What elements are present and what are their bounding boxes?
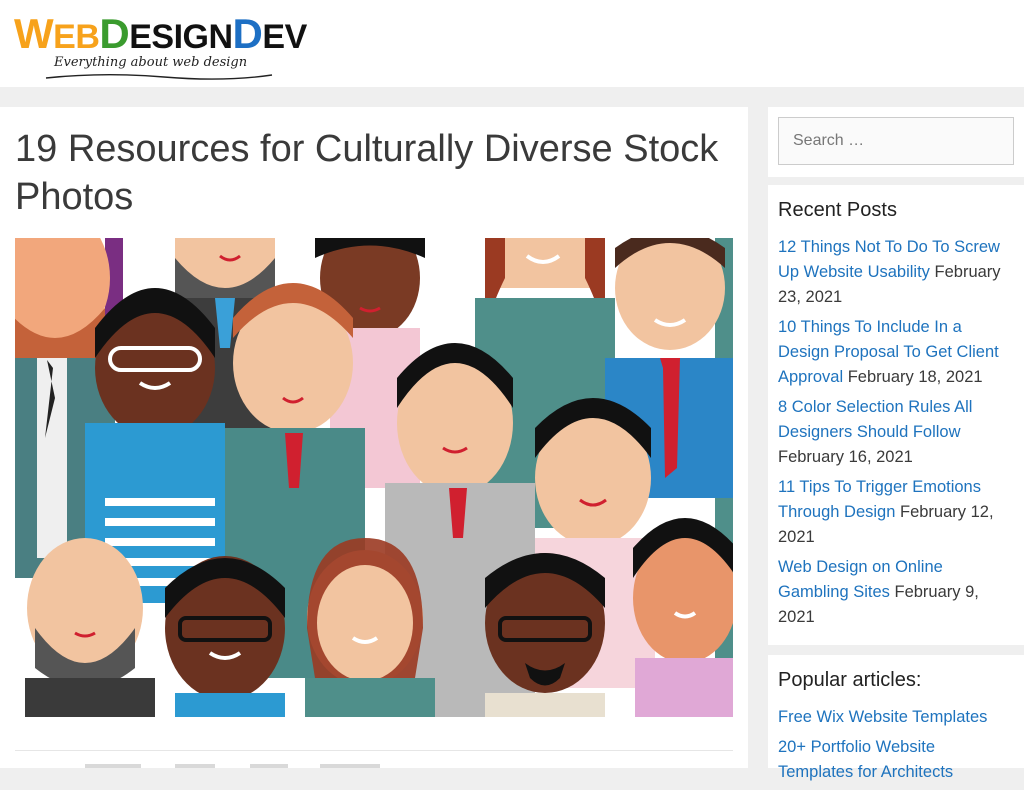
popular-articles-title: Popular articles: [778, 669, 922, 691]
logo-letter-group: ESIGN [129, 18, 233, 56]
share-button-4[interactable] [320, 764, 380, 768]
recent-post-item: 11 Tips To Trigger Emotions Through Desi… [778, 475, 1014, 550]
logo-letter-group: D [232, 10, 263, 57]
logo-wordmark: WEBDESIGNDEV [14, 10, 307, 57]
search-widget [768, 107, 1024, 177]
logo-letter-group: EB [53, 18, 100, 56]
logo-letter-group: EV [262, 18, 307, 56]
article-divider [15, 750, 733, 751]
recent-posts-list: 12 Things Not To Do To Screw Up Website … [778, 235, 1014, 635]
share-button-3[interactable] [250, 764, 288, 768]
recent-posts-widget: Recent Posts 12 Things Not To Do To Scre… [768, 185, 1024, 645]
popular-article-item: Free Wix Website Templates [778, 705, 1014, 730]
share-button-2[interactable] [175, 764, 215, 768]
recent-post-link[interactable]: 8 Color Selection Rules All Designers Sh… [778, 398, 972, 441]
popular-article-link[interactable]: 20+ Portfolio Website Templates for Arch… [778, 738, 953, 781]
diverse-crowd-illustration [15, 238, 733, 717]
recent-post-date: February 18, 2021 [847, 368, 983, 386]
popular-article-link[interactable]: Free Wix Website Templates [778, 708, 987, 726]
site-header: WEBDESIGNDEV Everything about web design [0, 0, 1024, 87]
recent-post-item: 12 Things Not To Do To Screw Up Website … [778, 235, 1014, 310]
site-logo[interactable]: WEBDESIGNDEV Everything about web design [14, 10, 314, 80]
article-title: 19 Resources for Culturally Diverse Stoc… [15, 128, 719, 218]
search-input[interactable] [778, 117, 1014, 165]
person-front-2 [165, 556, 285, 717]
share-buttons-row [85, 764, 385, 768]
logo-tagline: Everything about web design [54, 55, 248, 70]
article-featured-image[interactable] [15, 238, 733, 717]
logo-letter-group: W [14, 10, 54, 57]
logo-swoosh-icon [45, 74, 273, 80]
popular-articles-widget: Popular articles: Free Wix Website Templ… [768, 655, 1024, 781]
recent-post-item: Web Design on Online Gambling Sites Febr… [778, 555, 1014, 630]
recent-post-date: February 16, 2021 [778, 448, 913, 466]
recent-post-item: 10 Things To Include In a Design Proposa… [778, 315, 1014, 390]
recent-post-item: 8 Color Selection Rules All Designers Sh… [778, 395, 1014, 470]
popular-articles-list: Free Wix Website Templates 20+ Portfolio… [778, 705, 1014, 790]
popular-article-item: 20+ Portfolio Website Templates for Arch… [778, 735, 1014, 785]
person-front-5 [633, 518, 733, 717]
share-button-1[interactable] [85, 764, 141, 768]
recent-posts-title: Recent Posts [778, 199, 897, 221]
article-content: 19 Resources for Culturally Diverse Stoc… [0, 107, 748, 768]
logo-letter-group: D [99, 10, 130, 57]
